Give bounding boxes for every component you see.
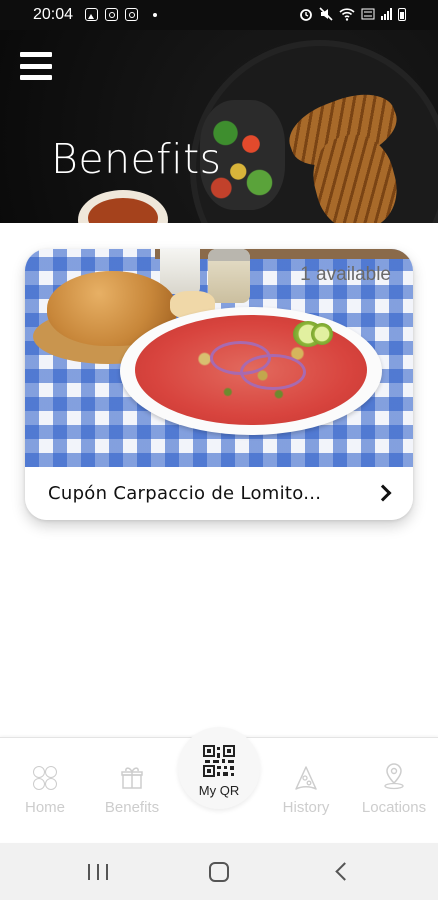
nav-label-locations: Locations [361, 799, 427, 816]
coupon-footer[interactable]: Cupón Carpaccio de Lomito... [25, 467, 413, 520]
nav-label-history: History [282, 799, 330, 816]
volte-icon [361, 8, 375, 20]
sauce-bowl-photo [78, 190, 168, 223]
lime-slice-photo [311, 323, 333, 345]
coupon-image: 1 available [25, 249, 413, 467]
alarm-icon [300, 9, 312, 21]
nav-item-home[interactable]: Home [1, 738, 89, 842]
chevron-right-icon[interactable] [374, 484, 392, 502]
hamburger-menu-icon[interactable] [20, 52, 52, 80]
back-icon[interactable] [335, 862, 354, 881]
recent-apps-icon[interactable] [88, 864, 108, 880]
mute-icon [319, 7, 333, 21]
header-banner: Benefits [0, 30, 438, 223]
system-nav-bar [0, 843, 438, 900]
instagram-icon [125, 8, 138, 21]
status-bar: 20:04 [0, 0, 438, 30]
nav-label-benefits: Benefits [104, 799, 160, 816]
status-time: 20:04 [33, 6, 74, 23]
home-circles-icon [30, 766, 60, 792]
nav-item-history[interactable]: History [262, 738, 350, 842]
image-notification-icon [85, 8, 98, 21]
coupon-title: Cupón Carpaccio de Lomito... [48, 483, 322, 504]
my-qr-label: My QR [198, 783, 240, 798]
instagram-icon [105, 8, 118, 21]
my-qr-button[interactable]: My QR [178, 727, 260, 809]
system-status-icons [299, 7, 406, 21]
nav-item-locations[interactable]: Locations [350, 738, 438, 842]
home-button-icon[interactable] [209, 862, 229, 882]
onion-ring-photo [240, 354, 306, 390]
more-notifications-dot-icon [153, 12, 157, 17]
page-title: Benefits [51, 135, 222, 183]
nav-item-benefits[interactable]: Benefits [88, 738, 176, 842]
nav-label-home: Home [24, 799, 65, 816]
notification-icons [85, 8, 157, 21]
wifi-icon [339, 7, 355, 21]
pizza-slice-icon [295, 766, 317, 790]
gift-icon [121, 767, 143, 789]
availability-badge: 1 available [300, 264, 391, 285]
salt-shaker-photo [208, 249, 250, 303]
coupon-card[interactable]: 1 available Cupón Carpaccio de Lomito... [25, 249, 413, 520]
battery-icon [398, 7, 406, 21]
qr-code-icon [203, 745, 235, 777]
signal-icon [381, 8, 392, 20]
map-pin-icon [384, 763, 404, 790]
